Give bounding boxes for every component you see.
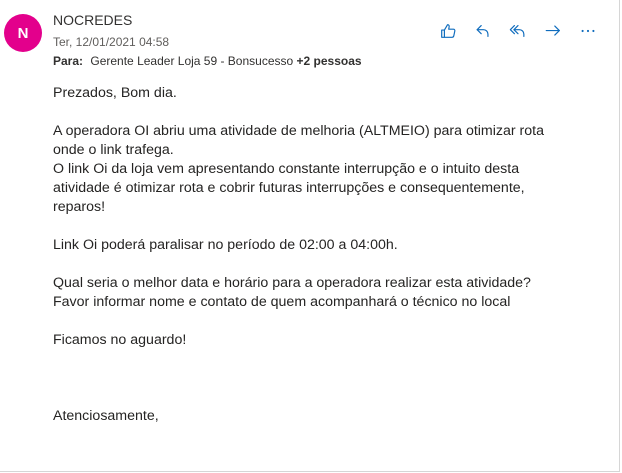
body-line: onde o link trafega.	[53, 142, 174, 158]
body-line: atividade é otimizar rota e cobrir futur…	[53, 180, 525, 196]
message-date: Ter, 12/01/2021 04:58	[53, 35, 170, 49]
more-actions-button[interactable]	[579, 22, 597, 40]
reply-button[interactable]	[474, 22, 492, 40]
avatar-initial: N	[17, 24, 29, 42]
reply-all-button[interactable]	[509, 22, 527, 40]
avatar[interactable]: N	[4, 14, 42, 52]
like-button[interactable]	[439, 22, 457, 40]
body-line: Favor informar nome e contato de quem ac…	[53, 294, 511, 310]
reply-all-icon	[509, 25, 525, 37]
body-line: Link Oi poderá paralisar no período de 0…	[53, 237, 398, 253]
more-recipients-link[interactable]: +2 pessoas	[297, 54, 362, 68]
message-body: Prezados, Bom dia. A operadora OI abriu …	[53, 84, 593, 426]
forward-icon	[545, 25, 560, 36]
message-actions	[439, 22, 597, 40]
message-pane: N NOCREDES Ter, 12/01/2021 04:58 Para: G…	[0, 0, 620, 472]
more-icon	[581, 29, 595, 33]
body-line: O link Oi da loja vem apresentando const…	[53, 161, 520, 177]
body-line: Ficamos no aguardo!	[53, 332, 187, 348]
greeting: Prezados, Bom dia.	[53, 85, 177, 101]
to-recipients[interactable]: Gerente Leader Loja 59 - Bonsucesso	[90, 54, 293, 68]
recipients-line: Para: Gerente Leader Loja 59 - Bonsucess…	[53, 54, 362, 68]
body-line: Qual seria o melhor data e horário para …	[53, 275, 531, 291]
body-line: reparos!	[53, 199, 106, 215]
sender-name[interactable]: NOCREDES	[53, 12, 132, 28]
body-line: A operadora OI abriu uma atividade de me…	[53, 123, 545, 139]
forward-button[interactable]	[544, 22, 562, 40]
reply-icon	[476, 25, 489, 37]
to-label: Para:	[53, 54, 84, 68]
like-icon	[441, 24, 456, 38]
signature: Atenciosamente,	[53, 408, 159, 424]
